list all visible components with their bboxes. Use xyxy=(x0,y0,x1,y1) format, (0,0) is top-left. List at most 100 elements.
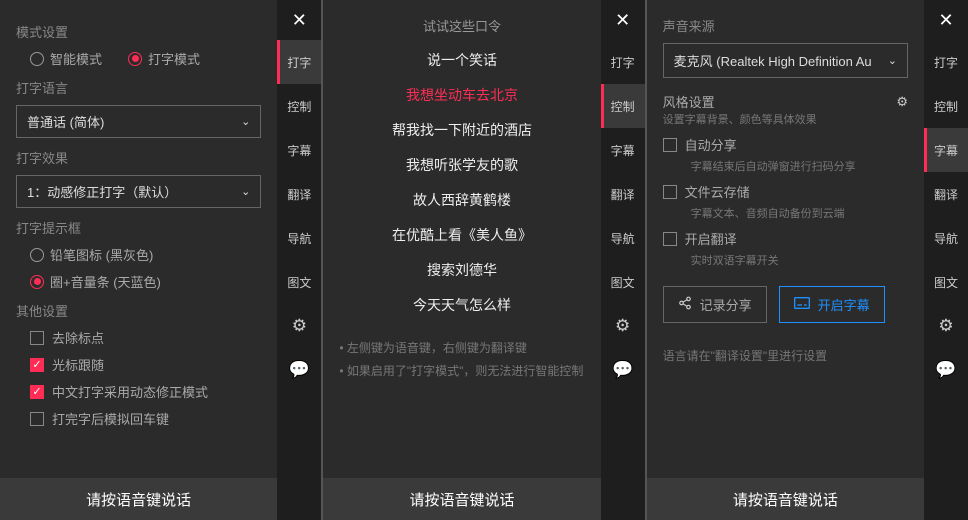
tab-control[interactable]: 控制 xyxy=(601,84,645,128)
command-item: 说一个笑话 xyxy=(339,50,584,70)
audio-source-select[interactable]: 麦克风 (Realtek High Definition Au ⌄ xyxy=(663,43,908,78)
button-label: 记录分享 xyxy=(700,295,752,314)
radio-label: 打字模式 xyxy=(148,49,200,68)
radio-pencil-hint[interactable]: 铅笔图标 (黑灰色) xyxy=(30,245,261,264)
chat-button[interactable]: 💬 xyxy=(277,348,321,392)
hints: 左侧键为语音键，右侧键为翻译键 如果启用了"打字模式"，则无法进行智能控制 xyxy=(339,337,584,383)
checkbox-icon xyxy=(663,232,677,246)
sidebar: ✕ 打字 控制 字幕 翻译 导航 图文 ⚙ 💬 xyxy=(277,0,321,520)
tab-control[interactable]: 控制 xyxy=(277,84,321,128)
select-value: 麦克风 (Realtek High Definition Au xyxy=(674,51,872,70)
chevron-down-icon: ⌄ xyxy=(241,115,250,128)
close-button[interactable]: ✕ xyxy=(277,0,321,40)
share-icon xyxy=(678,296,692,313)
radio-circle-hint[interactable]: 圈+音量条 (天蓝色) xyxy=(30,272,261,291)
chat-button[interactable]: 💬 xyxy=(601,348,645,392)
translate-sub: 实时双语字幕开关 xyxy=(663,252,908,268)
tab-translate[interactable]: 翻译 xyxy=(924,172,968,216)
checkbox-label: 去除标点 xyxy=(52,328,104,347)
translate-note: 语言请在"翻译设置"里进行设置 xyxy=(663,347,908,364)
checkbox-remove-punct[interactable]: 去除标点 xyxy=(16,328,261,347)
checkbox-label: 开启翻译 xyxy=(685,229,737,248)
select-value: 1：动感修正打字（默认） xyxy=(27,182,177,201)
tab-type[interactable]: 打字 xyxy=(924,40,968,84)
command-item: 故人西辞黄鹤楼 xyxy=(339,190,584,210)
command-item: 帮我找一下附近的酒店 xyxy=(339,120,584,140)
open-subtitle-button[interactable]: 开启字幕 xyxy=(779,286,885,323)
language-select[interactable]: 普通话 (简体) ⌄ xyxy=(16,105,261,138)
gear-icon: ⚙ xyxy=(615,316,630,336)
chevron-down-icon: ⌄ xyxy=(241,185,250,198)
checkbox-icon xyxy=(663,138,677,152)
checkbox-label: 打完字后模拟回车键 xyxy=(52,409,169,428)
tab-image-text[interactable]: 图文 xyxy=(277,260,321,304)
button-label: 开启字幕 xyxy=(818,295,870,314)
chat-icon: 💬 xyxy=(935,360,956,380)
tab-nav[interactable]: 导航 xyxy=(277,216,321,260)
tab-nav[interactable]: 导航 xyxy=(924,216,968,260)
command-item: 在优酷上看《美人鱼》 xyxy=(339,225,584,245)
style-title: 风格设置 xyxy=(663,92,715,111)
tab-type[interactable]: 打字 xyxy=(601,40,645,84)
close-button[interactable]: ✕ xyxy=(924,0,968,40)
command-item: 今天天气怎么样 xyxy=(339,295,584,315)
tab-type[interactable]: 打字 xyxy=(277,40,321,84)
checkbox-enable-translate[interactable]: 开启翻译 xyxy=(663,229,908,248)
tab-nav[interactable]: 导航 xyxy=(601,216,645,260)
tab-translate[interactable]: 翻译 xyxy=(277,172,321,216)
chevron-down-icon: ⌄ xyxy=(888,54,897,67)
commands-title: 试试这些口令 xyxy=(339,16,584,35)
radio-smart-mode[interactable]: 智能模式 xyxy=(30,49,102,68)
chat-icon: 💬 xyxy=(289,360,310,380)
lang-section-title: 打字语言 xyxy=(16,78,261,97)
radio-label: 智能模式 xyxy=(50,49,102,68)
settings-button[interactable]: ⚙ xyxy=(601,304,645,348)
checkbox-icon: ✓ xyxy=(30,358,44,372)
checkbox-enter-after[interactable]: 打完字后模拟回车键 xyxy=(16,409,261,428)
radio-icon xyxy=(30,52,44,66)
command-item: 我想听张学友的歌 xyxy=(339,155,584,175)
auto-share-sub: 字幕结束后自动弹窗进行扫码分享 xyxy=(663,158,908,174)
footer-hint: 请按语音键说话 xyxy=(0,478,277,520)
checkbox-icon xyxy=(30,331,44,345)
radio-label: 圈+音量条 (天蓝色) xyxy=(50,272,161,291)
checkbox-icon xyxy=(30,412,44,426)
effect-select[interactable]: 1：动感修正打字（默认） ⌄ xyxy=(16,175,261,208)
tab-subtitle[interactable]: 字幕 xyxy=(601,128,645,172)
settings-button[interactable]: ⚙ xyxy=(277,304,321,348)
close-button[interactable]: ✕ xyxy=(601,0,645,40)
settings-button[interactable]: ⚙ xyxy=(924,304,968,348)
hint-text: 如果启用了"打字模式"，则无法进行智能控制 xyxy=(339,360,584,383)
radio-type-mode[interactable]: 打字模式 xyxy=(128,49,200,68)
checkbox-dynamic-correct[interactable]: ✓中文打字采用动态修正模式 xyxy=(16,382,261,401)
checkbox-auto-share[interactable]: 自动分享 xyxy=(663,135,908,154)
checkbox-icon xyxy=(663,185,677,199)
hint-section-title: 打字提示框 xyxy=(16,218,261,237)
radio-icon xyxy=(30,248,44,262)
source-title: 声音来源 xyxy=(663,16,908,35)
checkbox-cursor-follow[interactable]: ✓光标跟随 xyxy=(16,355,261,374)
footer-hint: 请按语音键说话 xyxy=(647,478,924,520)
sidebar: ✕ 打字 控制 字幕 翻译 导航 图文 ⚙ 💬 xyxy=(924,0,968,520)
radio-icon xyxy=(128,52,142,66)
gear-icon: ⚙ xyxy=(938,316,953,336)
sidebar: ✕ 打字 控制 字幕 翻译 导航 图文 ⚙ 💬 xyxy=(601,0,645,520)
mode-section-title: 模式设置 xyxy=(16,22,261,41)
select-value: 普通话 (简体) xyxy=(27,112,104,131)
command-item: 搜索刘德华 xyxy=(339,260,584,280)
cloud-sub: 字幕文本、音频自动备份到云端 xyxy=(663,205,908,221)
record-share-button[interactable]: 记录分享 xyxy=(663,286,767,323)
gear-icon: ⚙ xyxy=(292,316,307,336)
radio-label: 铅笔图标 (黑灰色) xyxy=(50,245,153,264)
gear-icon: ⚙ xyxy=(896,94,908,109)
checkbox-cloud-storage[interactable]: 文件云存储 xyxy=(663,182,908,201)
tab-image-text[interactable]: 图文 xyxy=(924,260,968,304)
checkbox-icon: ✓ xyxy=(30,385,44,399)
chat-button[interactable]: 💬 xyxy=(924,348,968,392)
style-settings-button[interactable]: ⚙ xyxy=(896,94,908,110)
tab-image-text[interactable]: 图文 xyxy=(601,260,645,304)
tab-translate[interactable]: 翻译 xyxy=(601,172,645,216)
tab-subtitle[interactable]: 字幕 xyxy=(277,128,321,172)
tab-subtitle[interactable]: 字幕 xyxy=(924,128,968,172)
tab-control[interactable]: 控制 xyxy=(924,84,968,128)
